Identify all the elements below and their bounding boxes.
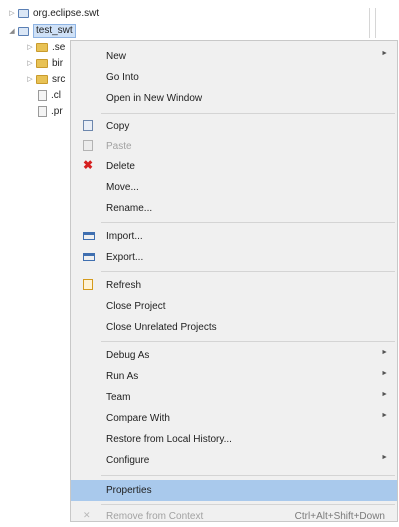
- expand-arrow-icon[interactable]: ▷: [26, 43, 34, 51]
- menu-item-label: Configure: [106, 455, 150, 466]
- tree-item-label: .pr: [51, 105, 63, 117]
- refresh-icon: [83, 279, 93, 290]
- paste-icon: [83, 140, 93, 151]
- menu-item-copy[interactable]: Copy: [71, 116, 397, 137]
- menu-item-label: Debug As: [106, 350, 150, 361]
- tree-item-bin-folder[interactable]: ▷ bir: [26, 56, 63, 70]
- submenu-arrow-icon: ►: [381, 391, 388, 398]
- menu-item-run-as[interactable]: Run As ►: [71, 366, 397, 387]
- menu-item-label: Compare With: [106, 413, 170, 424]
- menu-item-close-project[interactable]: Close Project: [71, 296, 397, 317]
- scrollbar[interactable]: [369, 8, 376, 38]
- menu-item-label: Delete: [106, 161, 135, 172]
- menu-item-label: Properties: [106, 485, 152, 496]
- menu-item-configure[interactable]: Configure ►: [71, 450, 397, 471]
- export-icon: [83, 253, 95, 261]
- menu-item-label: Close Unrelated Projects: [106, 322, 217, 333]
- tree-item-classpath-file[interactable]: .cl: [38, 88, 61, 102]
- menu-separator: [101, 222, 395, 223]
- folder-icon: [36, 42, 48, 52]
- tree-item-label: bir: [52, 57, 64, 69]
- shortcut-label: Ctrl+Alt+Shift+Down: [294, 511, 385, 522]
- menu-item-label: Move...: [106, 182, 139, 193]
- tree-item-test-swt[interactable]: ◢ test_swt: [8, 24, 76, 38]
- folder-icon: [36, 58, 48, 68]
- menu-separator: [101, 113, 395, 114]
- file-icon: [38, 105, 47, 117]
- menu-item-label: New: [106, 51, 127, 62]
- menu-item-go-into[interactable]: Go Into: [71, 67, 397, 88]
- file-icon: [38, 89, 47, 101]
- tree-item-org-eclipse-swt[interactable]: ▷ org.eclipse.swt: [8, 6, 99, 20]
- menu-item-import[interactable]: Import...: [71, 226, 397, 247]
- submenu-arrow-icon: ►: [381, 454, 388, 461]
- menu-item-properties[interactable]: Properties: [71, 480, 397, 501]
- context-menu: New ► Go Into Open in New Window Copy Pa…: [70, 40, 398, 522]
- menu-separator: [101, 341, 395, 342]
- tree-item-label: .cl: [51, 89, 61, 101]
- expand-arrow-icon[interactable]: ▷: [8, 9, 16, 17]
- project-icon: [18, 26, 29, 36]
- tree-item-label: org.eclipse.swt: [33, 7, 100, 19]
- tree-item-src-folder[interactable]: ▷ src: [26, 72, 65, 86]
- menu-item-label: Remove from Context: [106, 511, 204, 522]
- submenu-arrow-icon: ►: [381, 50, 388, 57]
- menu-separator: [101, 475, 395, 476]
- menu-item-restore-from-local-history[interactable]: Restore from Local History...: [71, 429, 397, 450]
- tree-item-project-file[interactable]: .pr: [38, 104, 63, 118]
- remove-from-context-icon: ✕: [83, 510, 91, 520]
- menu-item-label: Close Project: [106, 301, 166, 312]
- menu-item-label: Run As: [106, 371, 139, 382]
- tree-item-label: .se: [52, 41, 66, 53]
- menu-item-label: Rename...: [106, 203, 153, 214]
- menu-item-label: Import...: [106, 231, 143, 242]
- menu-item-label: Team: [106, 392, 131, 403]
- menu-item-delete[interactable]: ✖ Delete: [71, 156, 397, 177]
- folder-icon: [36, 74, 48, 84]
- import-icon: [83, 232, 95, 240]
- menu-item-label: Open in New Window: [106, 93, 203, 104]
- submenu-arrow-icon: ►: [381, 370, 388, 377]
- menu-separator: [101, 271, 395, 272]
- expand-arrow-icon[interactable]: ▷: [26, 59, 34, 67]
- menu-item-move[interactable]: Move...: [71, 177, 397, 198]
- menu-item-label: Paste: [106, 141, 132, 152]
- tree-item-label: src: [52, 73, 66, 85]
- menu-item-refresh[interactable]: Refresh: [71, 275, 397, 296]
- menu-item-paste[interactable]: Paste: [71, 136, 397, 157]
- menu-item-label: Go Into: [106, 72, 139, 83]
- menu-item-team[interactable]: Team ►: [71, 387, 397, 408]
- menu-separator: [101, 504, 395, 505]
- menu-item-label: Restore from Local History...: [106, 434, 232, 445]
- menu-item-export[interactable]: Export...: [71, 247, 397, 268]
- menu-item-debug-as[interactable]: Debug As ►: [71, 345, 397, 366]
- menu-item-new[interactable]: New ►: [71, 46, 397, 67]
- expand-arrow-icon[interactable]: ▷: [26, 75, 34, 83]
- menu-item-label: Export...: [106, 252, 144, 263]
- menu-item-label: Refresh: [106, 280, 142, 291]
- tree-item-settings-folder[interactable]: ▷ .se: [26, 40, 65, 54]
- submenu-arrow-icon: ►: [381, 349, 388, 356]
- menu-item-rename[interactable]: Rename...: [71, 198, 397, 219]
- copy-icon: [83, 120, 93, 131]
- project-icon: [18, 8, 29, 18]
- collapse-arrow-icon[interactable]: ◢: [8, 27, 16, 35]
- submenu-arrow-icon: ►: [381, 412, 388, 419]
- menu-item-open-in-new-window[interactable]: Open in New Window: [71, 88, 397, 109]
- menu-item-close-unrelated-projects[interactable]: Close Unrelated Projects: [71, 317, 397, 338]
- tree-item-label: test_swt: [33, 24, 76, 38]
- menu-item-label: Copy: [106, 121, 130, 132]
- delete-icon: ✖: [83, 158, 94, 172]
- menu-item-remove-from-context[interactable]: ✕ Remove from Context Ctrl+Alt+Shift+Dow…: [71, 506, 397, 527]
- menu-item-compare-with[interactable]: Compare With ►: [71, 408, 397, 429]
